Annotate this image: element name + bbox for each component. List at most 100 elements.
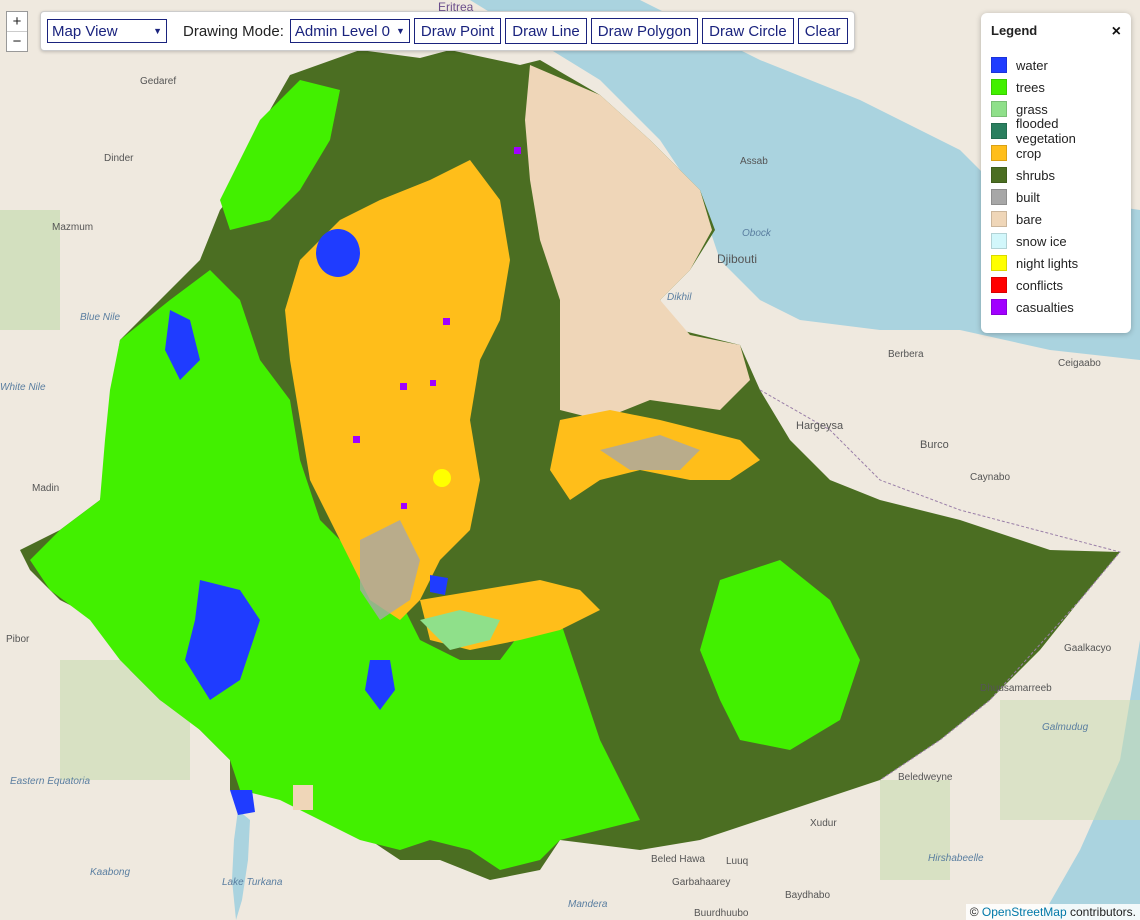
bare-south (293, 785, 313, 810)
place-label: Buurdhuubo (694, 908, 749, 919)
admin-level-value: Admin Level 0 (294, 22, 390, 40)
place-label: Beledweyne (898, 772, 953, 783)
zoom-control: + − (6, 11, 28, 52)
legend-label: casualties (1016, 299, 1074, 315)
casualty-marker (430, 380, 436, 386)
night-lights-addis (433, 469, 451, 487)
zoom-in-button[interactable]: + (7, 12, 27, 31)
place-label: Luuq (726, 856, 749, 867)
legend-swatch (991, 233, 1007, 249)
place-label: Ceigaabo (1058, 358, 1101, 369)
casualty-marker (400, 383, 407, 390)
legend-item: trees (991, 76, 1121, 98)
casualty-marker (401, 503, 407, 509)
place-label: Hargeysa (796, 420, 844, 432)
drawing-mode-label: Drawing Mode: (183, 22, 284, 40)
place-label: Hirshabeelle (928, 853, 984, 864)
park-patch (1000, 700, 1140, 820)
place-label: Kaabong (90, 867, 131, 878)
draw-polygon-button[interactable]: Draw Polygon (590, 18, 699, 44)
legend-item: flooded vegetation (991, 116, 1121, 146)
draw-line-button[interactable]: Draw Line (505, 18, 587, 44)
map-attribution: © OpenStreetMap contributors. (965, 904, 1140, 920)
park-patch (880, 780, 950, 880)
view-select-value: Map View (52, 22, 118, 40)
place-label: Berbera (888, 349, 924, 360)
chevron-down-icon: ▼ (153, 26, 162, 36)
place-label: Assab (740, 156, 768, 167)
openstreetmap-link[interactable]: OpenStreetMap (982, 905, 1067, 919)
place-label: Dinder (104, 153, 134, 164)
legend-swatch (991, 79, 1007, 95)
legend-swatch (991, 255, 1007, 271)
park-patch (0, 210, 60, 330)
legend-label: conflicts (1016, 277, 1063, 293)
legend-item: casualties (991, 296, 1121, 318)
legend-label: snow ice (1016, 233, 1067, 249)
place-label: Pibor (6, 634, 30, 645)
legend-item: water (991, 54, 1121, 76)
water-rift-lake (430, 575, 448, 595)
place-label: Dikhil (667, 292, 692, 303)
place-label: Eastern Equatoria (10, 776, 91, 787)
legend-item: conflicts (991, 274, 1121, 296)
place-label: Xudur (810, 818, 837, 829)
casualty-marker (514, 147, 521, 154)
attribution-suffix: contributors. (1069, 905, 1136, 919)
place-label: Dhuusamarreeb (980, 683, 1052, 694)
legend-swatch (991, 57, 1007, 73)
legend-label: bare (1016, 211, 1043, 227)
legend-item: built (991, 186, 1121, 208)
legend-label: built (1016, 189, 1040, 205)
legend-title: Legend (991, 23, 1038, 38)
legend-label: crop (1016, 145, 1042, 161)
drawing-toolbar: Map View ▼ Drawing Mode: Admin Level 0 ▼… (40, 11, 855, 51)
place-label: Obock (742, 228, 771, 239)
close-icon[interactable]: × (1112, 23, 1121, 41)
legend-item: night lights (991, 252, 1121, 274)
view-select[interactable]: Map View ▼ (47, 19, 167, 43)
place-label: Galmudug (1042, 722, 1089, 733)
draw-point-button[interactable]: Draw Point (413, 18, 502, 44)
legend-label: water (1016, 57, 1048, 73)
place-label: Blue Nile (80, 312, 121, 323)
place-label: Djibouti (717, 252, 758, 266)
map-canvas[interactable] (0, 0, 1140, 920)
attribution-prefix: © (969, 905, 979, 919)
place-label: Mandera (568, 899, 608, 910)
place-label: Burco (920, 439, 949, 451)
chevron-down-icon: ▼ (395, 26, 405, 36)
casualty-marker (353, 436, 360, 443)
legend-label: flooded vegetation (1015, 116, 1076, 146)
legend-items: water trees grass flooded vegetation cro… (991, 54, 1121, 318)
legend-panel: Legend × water trees grass flooded veget… (981, 13, 1131, 333)
legend-item: snow ice (991, 230, 1121, 252)
place-label: Lake Turkana (222, 877, 283, 888)
legend-swatch (991, 145, 1007, 161)
legend-item: bare (991, 208, 1121, 230)
legend-swatch (991, 101, 1007, 117)
clear-button[interactable]: Clear (797, 18, 848, 44)
legend-swatch (991, 211, 1007, 227)
legend-label: trees (1016, 79, 1045, 95)
legend-swatch (991, 299, 1007, 315)
place-label: Gedaref (140, 76, 177, 87)
casualty-marker (443, 318, 450, 325)
draw-circle-button[interactable]: Draw Circle (702, 18, 794, 44)
legend-item: shrubs (991, 164, 1121, 186)
legend-label: shrubs (1016, 167, 1056, 183)
legend-swatch (991, 277, 1007, 293)
place-label: Garbahaarey (672, 877, 731, 888)
place-label: Gaalkacyo (1064, 643, 1112, 654)
legend-label: night lights (1016, 255, 1079, 271)
legend-swatch (991, 167, 1007, 183)
legend-label: grass (1016, 101, 1048, 117)
zoom-out-button[interactable]: − (7, 31, 27, 51)
place-label: Baydhabo (785, 890, 831, 901)
legend-swatch (991, 189, 1007, 205)
admin-level-select[interactable]: Admin Level 0 ▼ (289, 19, 410, 43)
place-label: White Nile (0, 382, 46, 393)
place-label: Madin (32, 483, 60, 494)
place-label: Beled Hawa (651, 854, 705, 865)
place-label: Mazmum (52, 222, 94, 233)
